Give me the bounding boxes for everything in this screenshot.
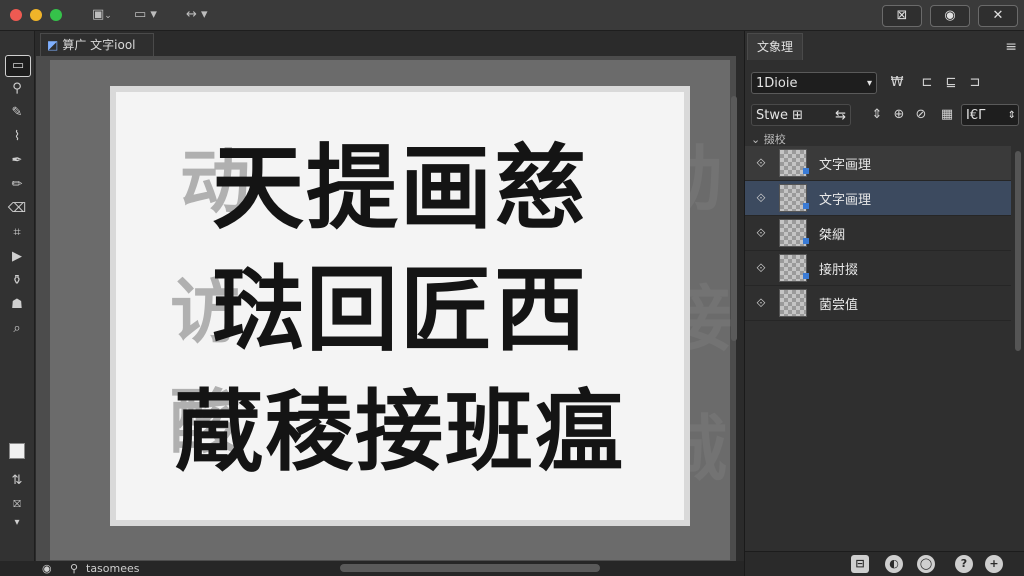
layer-mask-icon [803,273,809,279]
distribute-icon[interactable]: ⊘ [911,106,931,124]
canvas-text-row-1: 天提画慈 [211,135,588,242]
layer-row[interactable]: ⟐ 桀絪 [745,216,1011,251]
layer-mask-icon [803,168,809,174]
layer-name: 文字画理 [819,158,872,173]
document-tab-label: 算广 文字iool [62,38,136,52]
magnify-tool-icon[interactable]: ⌕ [5,319,29,339]
color-swatch-icon[interactable] [5,443,29,463]
document-tab[interactable]: ◩ 算广 文字iool [40,33,154,56]
canvas-area[interactable]: 动 接 诚 动 访 酸 天提画慈 琺回匠西 蔵稜接班瘟 [36,56,736,561]
add-mask-icon[interactable]: ◯ [917,555,935,573]
export-button[interactable]: ⊠ [882,5,922,27]
maximize-window-button[interactable] [50,9,62,21]
layers-section-label: ⌄ 掇校 [751,133,786,146]
canvas-text-row-2: 琺回匠西 [211,257,588,364]
layers-scrollbar[interactable] [1015,151,1021,351]
blend-mode-row: 1Dioie ▾ ₩ ⊏ ⊑ ⊐ [745,72,1024,98]
layer-name: 菌尝值 [819,298,859,313]
opacity-field[interactable]: Stwe ⊞ ⇆ [751,104,851,126]
eye-icon[interactable]: ⟐ [753,225,769,241]
fill-field[interactable]: I€Г ⇕ [961,104,1019,126]
eyedropper-tool-icon[interactable]: ⚱ [5,271,29,291]
adjustment-layer-icon[interactable]: ◐ [885,555,903,573]
status-circle-icon: ◉ [42,562,52,575]
canvas-horizontal-scrollbar[interactable] [340,564,600,572]
layer-mask-icon [803,238,809,244]
move-tool-icon[interactable]: ▶ [5,247,29,267]
title-bar: ▣⌄ ▭ ▾ ↔ ▾ ⊠ ◉ ✕ [0,0,1024,31]
link-icon[interactable]: ⊐ [965,74,985,92]
opacity-label: Stwe ⊞ [756,108,804,123]
layer-name: 桀絪 [819,228,846,243]
layers-panel: 文象理 ≡ 1Dioie ▾ ₩ ⊏ ⊑ ⊐ Stwe ⊞ ⇆ ⇕ ⊕ ⊘ ▦ … [744,31,1024,576]
layer-name: 接肘掇 [819,263,859,278]
new-layer-icon[interactable]: + [985,555,1003,573]
help-icon[interactable]: ? [955,555,973,573]
transform-icon[interactable]: ↔ ▾ [186,6,208,24]
chevron-down-icon: ▾ [866,78,872,89]
layer-row[interactable]: ⟐ 文字画理 [745,181,1011,216]
quick-mask-icon[interactable]: ⛝ [5,495,29,515]
pencil-tool-icon[interactable]: ✏ [5,175,29,195]
layer-options-row: Stwe ⊞ ⇆ ⇕ ⊕ ⊘ ▦ I€Г ⇕ [745,104,1024,130]
stamp-tool-icon[interactable]: ☗ [5,295,29,315]
status-text: tasomees [86,562,140,575]
lock-all-icon[interactable]: ⊑ [941,74,961,92]
rectangle-select-tool-icon[interactable]: ▭ [5,55,31,77]
blend-mode-value: 1Dioie [756,76,798,91]
display-icon[interactable]: ▭ ▾ [134,6,157,24]
canvas-text-row-3: 蔵稜接班瘟 [174,380,625,483]
pen-tool-icon[interactable]: ✒ [5,151,29,171]
new-group-icon[interactable]: ⊟ [851,555,869,573]
brush-tool-icon[interactable]: ✎ [5,103,29,123]
document-tab-icon: ◩ [47,38,59,52]
eye-icon[interactable]: ⟐ [753,190,769,206]
canvas-vertical-scrollbar[interactable] [731,96,737,341]
eraser-tool-icon[interactable]: ⌫ [5,199,29,219]
blend-mode-select[interactable]: 1Dioie ▾ [751,72,877,94]
eye-icon[interactable]: ⟐ [753,155,769,171]
user-icon: ⚲ [70,562,79,575]
eye-icon[interactable]: ⟐ [753,260,769,276]
panel-tab-layers[interactable]: 文象理 [747,33,803,60]
close-window-button[interactable] [10,9,22,21]
crop-tool-icon[interactable]: ⌗ [5,223,29,243]
fill-value: I€Г [966,108,987,123]
zoom-tool-icon[interactable]: ⚲ [5,79,29,99]
layer-thumbnail [779,289,807,317]
layer-mask-icon [803,203,809,209]
arrange-icon[interactable]: ⇕ [867,106,887,124]
align-icon[interactable]: ⊕ [889,106,909,124]
minimize-window-button[interactable] [30,9,42,21]
chevron-down-icon[interactable]: ▾ [5,513,29,533]
swap-colors-icon[interactable]: ⇅ [5,471,29,491]
settings-button[interactable]: ◉ [930,5,970,27]
close-button[interactable]: ✕ [978,5,1018,27]
layers-panel-footer: ⊟ ◐ ◯ ? + [745,551,1024,576]
panel-menu-icon[interactable]: ≡ [1005,39,1017,55]
adjust-icon: ⇆ [835,108,846,123]
image-document[interactable]: 动 访 酸 天提画慈 琺回匠西 蔵稜接班瘟 [110,86,690,526]
lock-pixels-icon[interactable]: ₩ [887,74,907,92]
layer-row[interactable]: ⟐ 文字画理 [745,146,1011,181]
grid-icon[interactable]: ▦ [937,106,957,124]
document-icon[interactable]: ▣⌄ [92,6,112,24]
layer-row[interactable]: ⟐ 接肘掇 [745,251,1011,286]
layer-name: 文字画理 [819,193,872,208]
lock-position-icon[interactable]: ⊏ [917,74,937,92]
chevron-down-icon: ⇕ [1007,110,1016,121]
tool-palette: ▭ ⚲ ✎ ⌇ ✒ ✏ ⌫ ⌗ ▶ ⚱ ☗ ⌕ A ⇅ ⛝ ▾ [0,31,47,561]
lasso-tool-icon[interactable]: ⌇ [5,127,29,147]
layer-row[interactable]: ⟐ 菌尝值 [745,286,1011,321]
eye-icon[interactable]: ⟐ [753,295,769,311]
